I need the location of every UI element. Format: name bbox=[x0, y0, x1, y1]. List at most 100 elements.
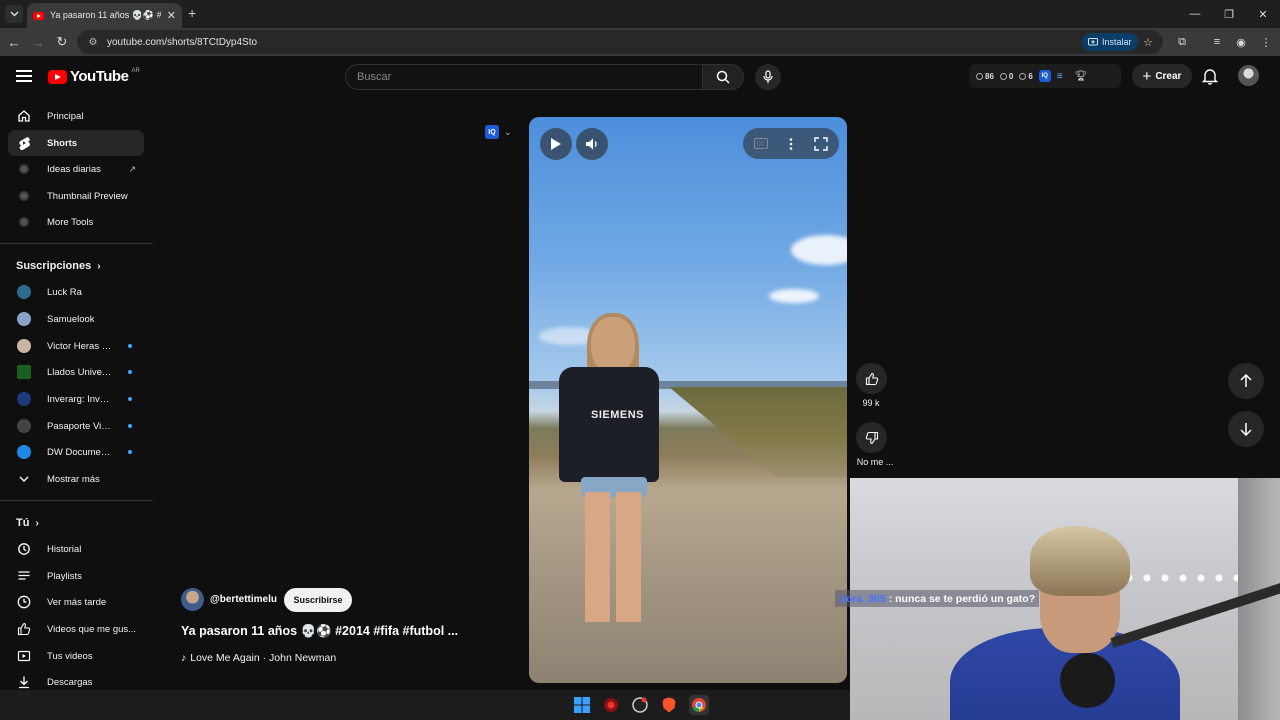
jersey-sponsor-text: SIEMENS bbox=[591, 409, 645, 421]
close-window-button[interactable]: ✕ bbox=[1246, 0, 1280, 28]
sidebar-divider bbox=[0, 500, 153, 501]
eye-icon bbox=[1019, 72, 1027, 80]
like-button[interactable] bbox=[856, 363, 887, 394]
list-icon[interactable]: ≡ bbox=[1057, 71, 1063, 82]
sidebar-sub-pasaporte-viajero[interactable]: Pasaporte Viajero bbox=[8, 413, 144, 439]
chat-text: : nunca se te perdió un gato? bbox=[888, 592, 1036, 605]
youtube-logo[interactable]: YouTube AR bbox=[48, 68, 140, 85]
previous-short-button[interactable] bbox=[1228, 363, 1264, 399]
sidebar-divider bbox=[0, 243, 153, 244]
sidebar-item-historial[interactable]: Historial bbox=[8, 536, 144, 562]
channel-name[interactable]: @bertettimelu bbox=[210, 594, 277, 605]
chevron-down-icon: ⌄ bbox=[504, 126, 512, 137]
more-vert-icon[interactable] bbox=[789, 137, 793, 151]
window-controls: — ❐ ✕ bbox=[1178, 0, 1280, 28]
volume-button[interactable] bbox=[576, 128, 608, 160]
browser-menu-icon[interactable]: ⋮ bbox=[1257, 33, 1275, 51]
external-link-icon: ↗ bbox=[128, 163, 136, 174]
sidebar-sub-luck-ra[interactable]: Luck Ra bbox=[8, 279, 144, 305]
sidebar-item-more-tools[interactable]: More Tools bbox=[8, 209, 144, 235]
ext-stat-clock: 86 bbox=[976, 72, 994, 81]
captions-icon[interactable]: CC bbox=[753, 138, 768, 149]
sidebar-sub-samuelook[interactable]: Samuelook bbox=[8, 306, 144, 332]
short-video-player[interactable]: SIEMENS bbox=[529, 117, 847, 683]
logo-wordmark: YouTube bbox=[70, 68, 129, 85]
extension-stats-bar[interactable]: 86 0 6 IQ ≡ 🏆︎ bbox=[969, 64, 1121, 88]
new-content-dot bbox=[128, 344, 132, 348]
sidebar-sub-victor-heras[interactable]: Victor Heras Me... bbox=[8, 333, 144, 359]
site-info-icon[interactable]: ⚙ bbox=[87, 36, 99, 48]
bookmark-star-icon[interactable]: ☆ bbox=[1139, 33, 1157, 51]
restore-button[interactable]: ❐ bbox=[1212, 0, 1246, 28]
reload-button[interactable]: ↻ bbox=[53, 33, 71, 51]
reading-list-icon[interactable]: ≡ bbox=[1208, 33, 1226, 51]
app-red-icon[interactable] bbox=[601, 695, 621, 715]
webcam-person-hair bbox=[1030, 526, 1130, 596]
iq-extension-icon[interactable]: IQ bbox=[1038, 70, 1051, 82]
channel-avatar bbox=[17, 285, 31, 299]
sidebar-sub-dw-documental[interactable]: DW Documental bbox=[8, 439, 144, 465]
subscribe-button[interactable]: Suscribirse bbox=[284, 588, 352, 612]
sidebar-item-thumbnail-preview[interactable]: Thumbnail Preview bbox=[8, 183, 144, 209]
play-icon bbox=[551, 138, 561, 150]
search-button[interactable] bbox=[703, 64, 744, 90]
sidebar-item-tus-videos[interactable]: Tus videos bbox=[8, 643, 144, 669]
channel-avatar bbox=[17, 365, 31, 379]
create-button[interactable]: + Crear bbox=[1132, 64, 1192, 88]
short-title[interactable]: Ya pasaron 11 años 💀⚽ #2014 #fifa #futbo… bbox=[181, 624, 481, 639]
sidebar-item-shorts[interactable]: Shorts bbox=[8, 130, 144, 156]
minimize-button[interactable]: — bbox=[1178, 0, 1212, 28]
sidebar-item-ver-mas-tarde[interactable]: Ver más tarde bbox=[8, 589, 144, 615]
back-button[interactable]: ← bbox=[5, 33, 23, 51]
chevron-right-icon: › bbox=[35, 517, 39, 529]
plus-icon: + bbox=[1142, 67, 1152, 85]
chevron-right-icon: › bbox=[97, 260, 101, 272]
forward-button[interactable]: → bbox=[29, 33, 47, 51]
extensions-icon[interactable]: ⧉ bbox=[1173, 33, 1191, 51]
install-app-button[interactable]: Instalar bbox=[1082, 33, 1138, 51]
search-box bbox=[345, 64, 703, 90]
notifications-bell-icon[interactable] bbox=[1201, 67, 1219, 85]
brave-browser-icon[interactable] bbox=[659, 695, 679, 715]
address-bar[interactable]: ⚙ youtube.com/shorts/8TCtDyp4Sto bbox=[77, 30, 1163, 54]
trophy-icon[interactable]: 🏆︎ bbox=[1075, 71, 1088, 82]
sidebar-item-ideas-diarias[interactable]: Ideas diarias ↗ bbox=[8, 156, 144, 182]
channel-avatar[interactable] bbox=[181, 588, 204, 611]
playlist-icon bbox=[17, 569, 31, 583]
channel-avatar bbox=[17, 445, 31, 459]
subscriptions-header[interactable]: Suscripciones › bbox=[16, 260, 101, 272]
browser-tab-active[interactable]: Ya pasaron 11 años 💀⚽ #20… ✕ bbox=[27, 3, 182, 28]
like-count: 99 k bbox=[862, 398, 880, 408]
tab-search-button[interactable] bbox=[5, 5, 23, 23]
sidebar-item-liked-videos[interactable]: Videos que me gus... bbox=[8, 616, 144, 642]
sidebar-item-principal[interactable]: Principal bbox=[8, 103, 144, 129]
fullscreen-icon[interactable] bbox=[814, 136, 829, 151]
voice-search-button[interactable] bbox=[755, 64, 781, 90]
tab-close-icon[interactable]: ✕ bbox=[167, 9, 176, 22]
search-icon bbox=[716, 70, 730, 84]
sidebar-show-more[interactable]: Mostrar más bbox=[8, 466, 144, 492]
dislike-button[interactable] bbox=[856, 422, 887, 453]
app-obs-icon[interactable] bbox=[630, 695, 650, 715]
search-input[interactable] bbox=[357, 71, 702, 83]
music-note-icon: ♪ bbox=[181, 652, 187, 664]
sidebar-item-playlists[interactable]: Playlists bbox=[8, 563, 144, 589]
you-header[interactable]: Tú › bbox=[16, 517, 39, 529]
iq-overlay-button[interactable]: IQ ⌄ bbox=[481, 121, 523, 143]
account-avatar[interactable] bbox=[1238, 65, 1259, 86]
music-track: Love Me Again · John Newman bbox=[190, 652, 337, 664]
windows-start-icon[interactable] bbox=[572, 695, 592, 715]
play-button[interactable] bbox=[540, 128, 572, 160]
profile-icon[interactable]: ◉ bbox=[1232, 33, 1250, 51]
new-content-dot bbox=[128, 424, 132, 428]
sidebar-sub-inverarg[interactable]: Inverarg: Invertir ... bbox=[8, 386, 144, 412]
sidebar-sub-llados-university[interactable]: Llados University bbox=[8, 359, 144, 385]
stream-chat-message: Sora_365 : nunca se te perdió un gato? bbox=[835, 590, 1040, 607]
new-tab-button[interactable]: + bbox=[188, 5, 196, 21]
chrome-browser-icon[interactable] bbox=[689, 695, 709, 715]
music-info[interactable]: ♪ Love Me Again · John Newman bbox=[181, 652, 336, 664]
history-icon bbox=[17, 542, 31, 556]
next-short-button[interactable] bbox=[1228, 411, 1264, 447]
menu-hamburger-icon[interactable] bbox=[16, 70, 32, 82]
shorts-icon bbox=[17, 136, 31, 150]
